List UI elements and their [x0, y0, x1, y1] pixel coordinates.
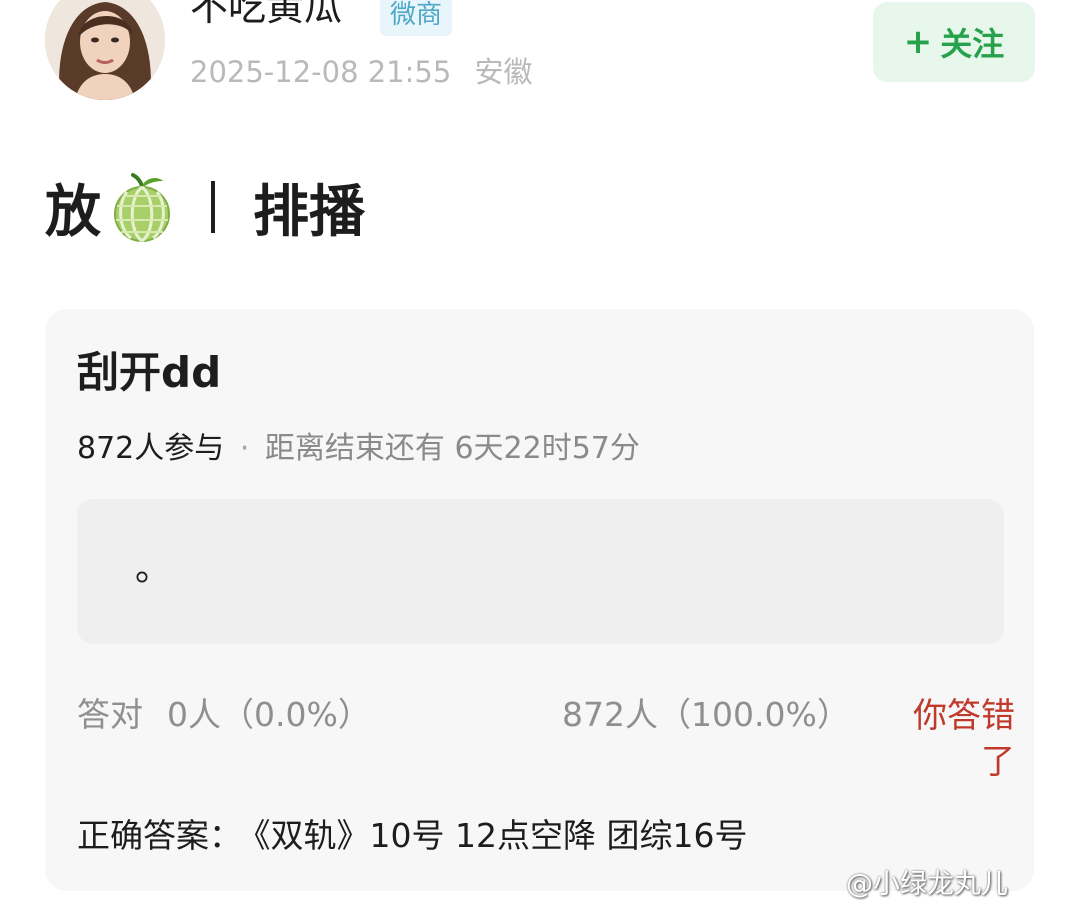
quiz-correct-answer: 正确答案： 《双轨》10号 12点空降 团综16号	[77, 813, 747, 859]
quiz-answer-option[interactable]: 。	[77, 499, 1004, 644]
quiz-stats: 872人参与 · 距离结束还有 6天22时57分	[77, 427, 640, 471]
post-text-before: 放	[45, 179, 101, 245]
quiz-wrong-stats: 872人（100.0%）	[562, 695, 850, 734]
post-separator	[211, 181, 215, 233]
author-name[interactable]: 不吃黄瓜	[190, 0, 342, 32]
post-location: 安徽	[474, 55, 533, 89]
author-avatar[interactable]	[45, 0, 165, 100]
author-badge: 微商	[380, 0, 453, 36]
post-meta: 2025-12-08 21:55 安徽	[190, 52, 533, 92]
quiz-title: 刮开dd	[77, 348, 222, 397]
melon-icon	[114, 173, 170, 242]
post-timestamp: 2025-12-08 21:55	[190, 55, 452, 89]
quiz-card: 刮开dd 872人参与 · 距离结束还有 6天22时57分 。 答对 0人（0.0…	[45, 309, 1034, 891]
post-text: 放 排播	[45, 172, 365, 245]
avatar-image	[45, 0, 165, 100]
weibo-post-page: 不吃黄瓜 微商 2025-12-08 21:55 安徽 + 关注 放 排播 刮开…	[0, 0, 1080, 911]
plus-icon: +	[903, 22, 933, 62]
post-text-after: 排播	[253, 179, 365, 245]
quiz-user-result: 你答错了	[913, 696, 1015, 782]
quiz-answer-label: 正确答案：	[77, 816, 242, 855]
follow-button[interactable]: + 关注	[873, 2, 1035, 82]
quiz-answer-text: 《双轨》10号 12点空降 团综16号	[254, 816, 748, 855]
quiz-correct-stats: 答对 0人（0.0%）	[77, 693, 371, 737]
follow-label: 关注	[940, 25, 1005, 63]
quiz-answer-option-text: 。	[135, 548, 172, 589]
quiz-correct-label: 答对	[77, 695, 143, 734]
quiz-stats-separator: ·	[239, 431, 250, 466]
quiz-deadline: 距离结束还有 6天22时57分	[264, 431, 640, 466]
quiz-correct-count: 0人（0.0%）	[167, 695, 371, 734]
watermark: @小绿龙丸儿	[846, 869, 1008, 900]
quiz-participants: 872人参与	[77, 431, 225, 466]
